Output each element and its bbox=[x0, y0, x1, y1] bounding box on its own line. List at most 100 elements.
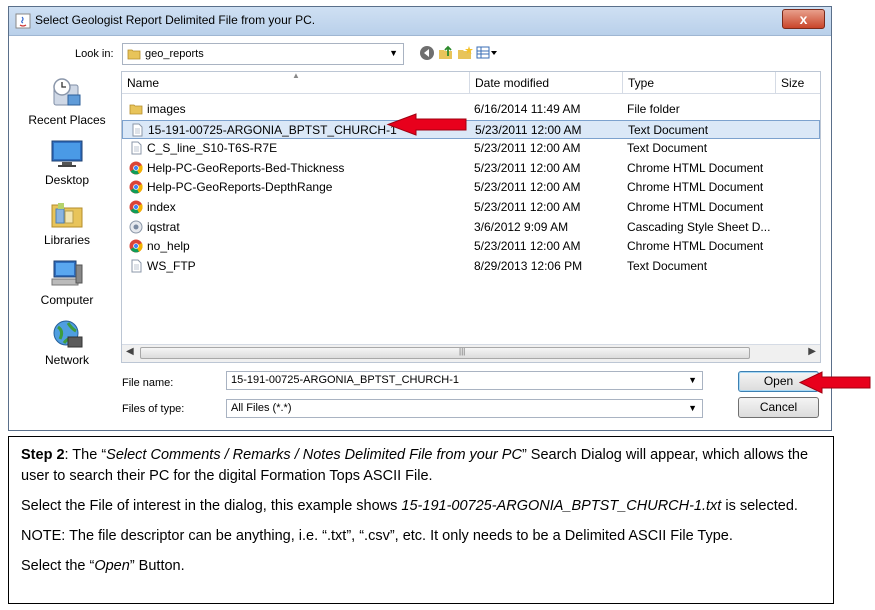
file-date: 5/23/2011 12:00 AM bbox=[474, 141, 581, 156]
place-libraries[interactable]: Libraries bbox=[17, 199, 117, 247]
computer-icon bbox=[51, 260, 83, 286]
desktop-icon bbox=[51, 140, 83, 167]
scroll-left-icon[interactable]: ◀ bbox=[126, 346, 134, 357]
place-label: Computer bbox=[40, 293, 94, 307]
grip-icon: ||| bbox=[459, 347, 466, 356]
file-row[interactable]: iqstrat 3/6/2012 9:09 AM Cascading Style S… bbox=[122, 218, 820, 237]
place-recent-places[interactable]: Recent Places bbox=[17, 77, 117, 127]
file-name: WS_FTP bbox=[147, 258, 196, 273]
file-date: 3/6/2012 9:09 AM bbox=[474, 219, 569, 234]
recent-places-icon bbox=[53, 78, 81, 106]
chrome-icon bbox=[129, 180, 143, 194]
file-type: Chrome HTML Document bbox=[627, 160, 764, 175]
instruction-note: Step 2: The “Select Comments / Remarks /… bbox=[8, 436, 834, 604]
files-of-type-label: Files of type: bbox=[122, 403, 185, 415]
scrollbar-thumb[interactable]: ||| bbox=[140, 347, 750, 359]
file-name: iqstrat bbox=[147, 219, 180, 234]
chrome-icon bbox=[129, 239, 143, 253]
file-row[interactable]: 15-191-00725-ARGONIA_BPTST_CHURCH-1 5/23/… bbox=[122, 119, 820, 139]
libraries-icon bbox=[51, 203, 83, 228]
java-icon bbox=[15, 13, 31, 29]
column-header-type[interactable]: Type bbox=[623, 72, 776, 94]
column-header-name[interactable]: Name ▲ bbox=[122, 72, 470, 94]
file-type: Text Document bbox=[628, 122, 709, 137]
text-file-icon bbox=[132, 123, 143, 137]
file-name: Help-PC-GeoReports-Bed-Thickness bbox=[147, 160, 345, 175]
place-network[interactable]: Network bbox=[17, 319, 117, 367]
dialog-title: Select Geologist Report Delimited File f… bbox=[35, 13, 316, 27]
file-row[interactable]: no_help 5/23/2011 12:00 AM Chrome HTML Doc… bbox=[122, 237, 820, 256]
file-row[interactable]: index 5/23/2011 12:00 AM Chrome HTML Docum… bbox=[122, 198, 820, 217]
title-bar[interactable]: Select Geologist Report Delimited File f… bbox=[9, 7, 831, 36]
file-date: 5/23/2011 12:00 AM bbox=[475, 122, 582, 137]
network-icon bbox=[53, 320, 83, 348]
file-date: 5/23/2011 12:00 AM bbox=[474, 239, 581, 254]
text-file-icon bbox=[131, 259, 142, 273]
back-icon[interactable] bbox=[419, 45, 435, 61]
column-header-date-modified[interactable]: Date modified bbox=[470, 72, 623, 94]
file-type: Cascading Style Sheet D... bbox=[627, 219, 771, 234]
folder-icon bbox=[127, 49, 141, 60]
cancel-button[interactable]: Cancel bbox=[738, 397, 819, 418]
note-paragraph-1: Step 2: The “Select Comments / Remarks /… bbox=[21, 447, 809, 484]
note-paragraph-3: NOTE: The file descriptor can be anythin… bbox=[21, 528, 733, 544]
file-row[interactable]: Help-PC-GeoReports-DepthRange 5/23/2011 1… bbox=[122, 178, 820, 197]
up-folder-icon[interactable] bbox=[438, 45, 454, 61]
file-type: File folder bbox=[627, 102, 680, 116]
column-header-size[interactable]: Size bbox=[776, 72, 820, 94]
file-name-label: File name: bbox=[122, 377, 174, 389]
scroll-right-icon[interactable]: ▶ bbox=[808, 346, 816, 357]
close-icon: x bbox=[799, 11, 808, 27]
file-type: Chrome HTML Document bbox=[627, 200, 764, 214]
place-label: Network bbox=[44, 353, 89, 367]
text-file-icon bbox=[131, 141, 142, 155]
new-folder-icon[interactable] bbox=[457, 45, 473, 61]
look-in-value: geo_reports bbox=[145, 48, 204, 60]
red-arrow-pointer-open bbox=[798, 371, 871, 394]
look-in-combo[interactable]: geo_reports ▼ bbox=[122, 43, 404, 65]
file-date: 6/16/2014 11:49 AM bbox=[474, 102, 581, 116]
note-paragraph-2: Select the File of interest in the dialo… bbox=[21, 498, 798, 514]
file-type: Chrome HTML Document bbox=[627, 180, 764, 195]
chrome-icon bbox=[129, 161, 143, 175]
file-date: 8/29/2013 12:06 PM bbox=[474, 258, 583, 273]
file-name-value: 15-191-00725-ARGONIA_BPTST_CHURCH-1 bbox=[231, 374, 460, 386]
place-label: Desktop bbox=[44, 173, 90, 187]
file-name: no_help bbox=[147, 239, 190, 254]
file-type: Chrome HTML Document bbox=[627, 239, 764, 254]
files-of-type-select[interactable]: All Files (*.*) ▼ bbox=[226, 399, 703, 418]
file-chooser-dialog: Select Geologist Report Delimited File f… bbox=[8, 6, 832, 431]
horizontal-scrollbar[interactable]: ◀ ||| ▶ bbox=[122, 344, 820, 362]
red-arrow-pointer-file bbox=[386, 113, 467, 136]
chevron-down-icon[interactable]: ▼ bbox=[688, 372, 697, 389]
look-in-label: Look in: bbox=[75, 48, 114, 60]
file-type: Text Document bbox=[627, 141, 708, 156]
file-name: C_S_line_S10-T6S-R7E bbox=[147, 141, 278, 156]
folder-icon bbox=[129, 104, 143, 115]
view-menu-icon[interactable] bbox=[476, 45, 498, 61]
place-label: Libraries bbox=[43, 233, 91, 247]
file-row[interactable]: Help-PC-GeoReports-Bed-Thickness 5/23/201… bbox=[122, 159, 820, 178]
file-name: Help-PC-GeoReports-DepthRange bbox=[147, 180, 333, 195]
file-row[interactable]: WS_FTP 8/29/2013 12:06 PM Text Document bbox=[122, 257, 820, 276]
sort-arrow-icon: ▲ bbox=[292, 71, 300, 80]
place-label: Recent Places bbox=[28, 113, 106, 127]
css-file-icon bbox=[129, 220, 143, 234]
chrome-icon bbox=[129, 200, 143, 214]
close-button[interactable]: x bbox=[782, 9, 825, 29]
file-name-input[interactable]: 15-191-00725-ARGONIA_BPTST_CHURCH-1 ▼ bbox=[226, 371, 703, 390]
file-name: index bbox=[147, 200, 176, 214]
chevron-down-icon: ▼ bbox=[389, 48, 398, 58]
places-sidebar: Recent Places Desktop Libraries Computer… bbox=[17, 71, 117, 371]
file-row[interactable]: images 6/16/2014 11:49 AM File folder bbox=[122, 100, 820, 119]
place-desktop[interactable]: Desktop bbox=[17, 139, 117, 187]
files-of-type-value: All Files (*.*) bbox=[231, 402, 292, 414]
file-date: 5/23/2011 12:00 AM bbox=[474, 200, 581, 214]
file-row[interactable]: C_S_line_S10-T6S-R7E 5/23/2011 12:00 AM Te… bbox=[122, 139, 820, 158]
file-list[interactable]: Name ▲ Date modified Type Size images 6/1… bbox=[121, 71, 821, 363]
file-type: Text Document bbox=[627, 258, 708, 273]
chevron-down-icon[interactable]: ▼ bbox=[688, 400, 697, 417]
place-computer[interactable]: Computer bbox=[17, 259, 117, 307]
file-date: 5/23/2011 12:00 AM bbox=[474, 160, 581, 175]
note-paragraph-4: Select the “Open” Button. bbox=[21, 558, 185, 574]
